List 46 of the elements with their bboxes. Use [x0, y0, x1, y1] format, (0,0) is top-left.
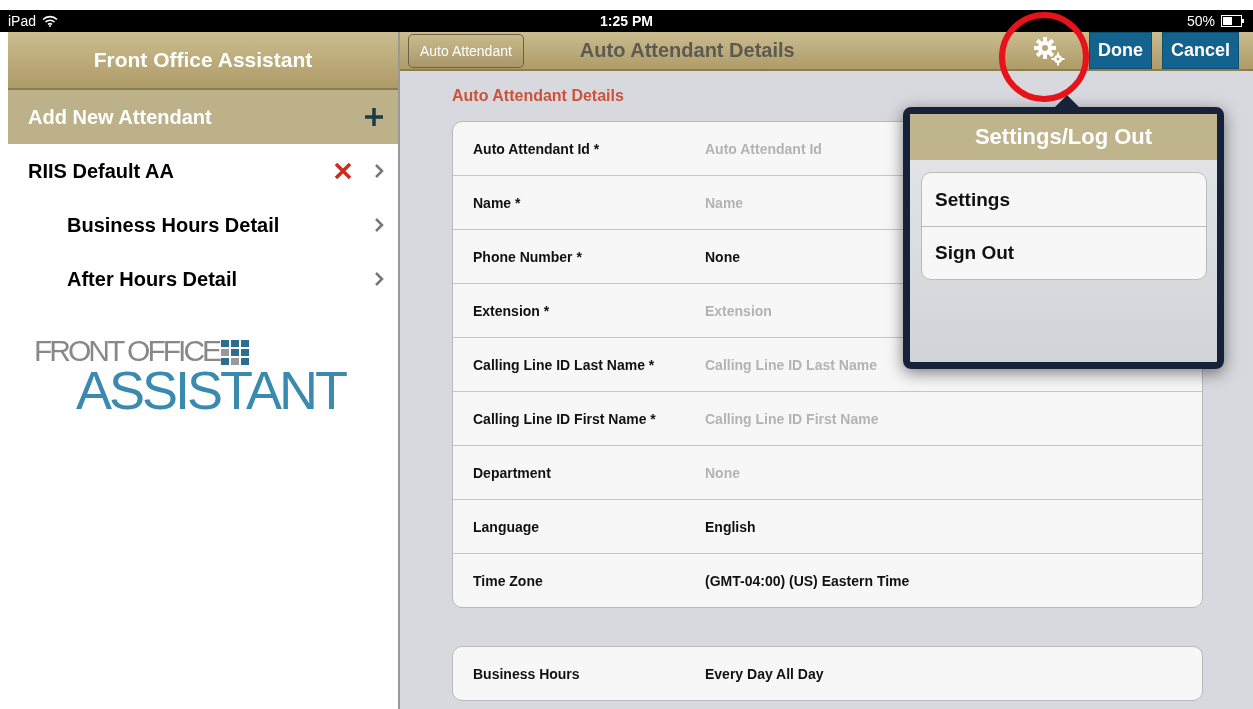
- field-label: Phone Number *: [473, 248, 583, 265]
- gears-icon[interactable]: [1032, 35, 1065, 66]
- menu-item[interactable]: Sign Out: [922, 226, 1206, 279]
- wifi-icon: [42, 15, 59, 27]
- detail-list-item[interactable]: Business Hours Detail: [8, 198, 398, 252]
- section-title: Auto Attendant Details: [452, 87, 624, 105]
- field-value[interactable]: None: [705, 248, 740, 265]
- battery-icon: [1221, 15, 1245, 27]
- input-field[interactable]: Calling Line ID First Name: [705, 410, 1005, 427]
- field-label: Calling Line ID Last Name *: [473, 356, 656, 373]
- field-label: Calling Line ID First Name *: [473, 410, 657, 427]
- delete-icon[interactable]: [334, 162, 352, 180]
- attendant-name: RIIS Default AA: [28, 159, 175, 183]
- menu-item[interactable]: Settings: [922, 173, 1206, 226]
- master-title: Front Office Assistant: [93, 48, 313, 72]
- logo-text: ASSISTANT: [76, 366, 347, 415]
- logo-grid-icon: [221, 340, 250, 366]
- logo-text: FRONT OFFICE: [34, 336, 220, 366]
- field-label: Language: [473, 518, 541, 535]
- chevron-right-icon: [374, 164, 384, 178]
- device-name: iPad: [8, 13, 37, 29]
- field-label: Time Zone: [473, 572, 544, 589]
- field-label: Name *: [473, 194, 522, 211]
- battery-percent: 50%: [1186, 13, 1215, 29]
- popover-title: Settings/Log Out: [910, 114, 1217, 160]
- detail-title: Auto Attendant Details: [579, 39, 795, 62]
- input-field[interactable]: Extension: [705, 302, 1005, 319]
- cancel-button[interactable]: Cancel: [1161, 32, 1239, 69]
- input-field[interactable]: None: [705, 464, 1005, 481]
- field-value[interactable]: Every Day All Day: [705, 665, 824, 682]
- chevron-right-icon: [374, 218, 384, 232]
- detail-name: Business Hours Detail: [67, 213, 281, 237]
- field-value[interactable]: English: [705, 518, 756, 535]
- field-label: Extension *: [473, 302, 551, 319]
- field-label: Auto Attendant Id *: [473, 140, 601, 157]
- detail-name: After Hours Detail: [67, 267, 239, 291]
- field-label: Department: [473, 464, 552, 481]
- input-field[interactable]: Calling Line ID Last Name: [705, 356, 1005, 373]
- done-button[interactable]: Done: [1088, 32, 1152, 69]
- chevron-right-icon: [374, 272, 384, 286]
- attendant-list-item[interactable]: RIIS Default AA: [8, 144, 398, 198]
- field-label: Business Hours: [473, 665, 581, 682]
- plus-icon: [364, 107, 384, 127]
- status-time: 1:25 PM: [600, 13, 653, 29]
- field-value[interactable]: (GMT-04:00) (US) Eastern Time: [705, 572, 910, 589]
- detail-list-item[interactable]: After Hours Detail: [8, 252, 398, 306]
